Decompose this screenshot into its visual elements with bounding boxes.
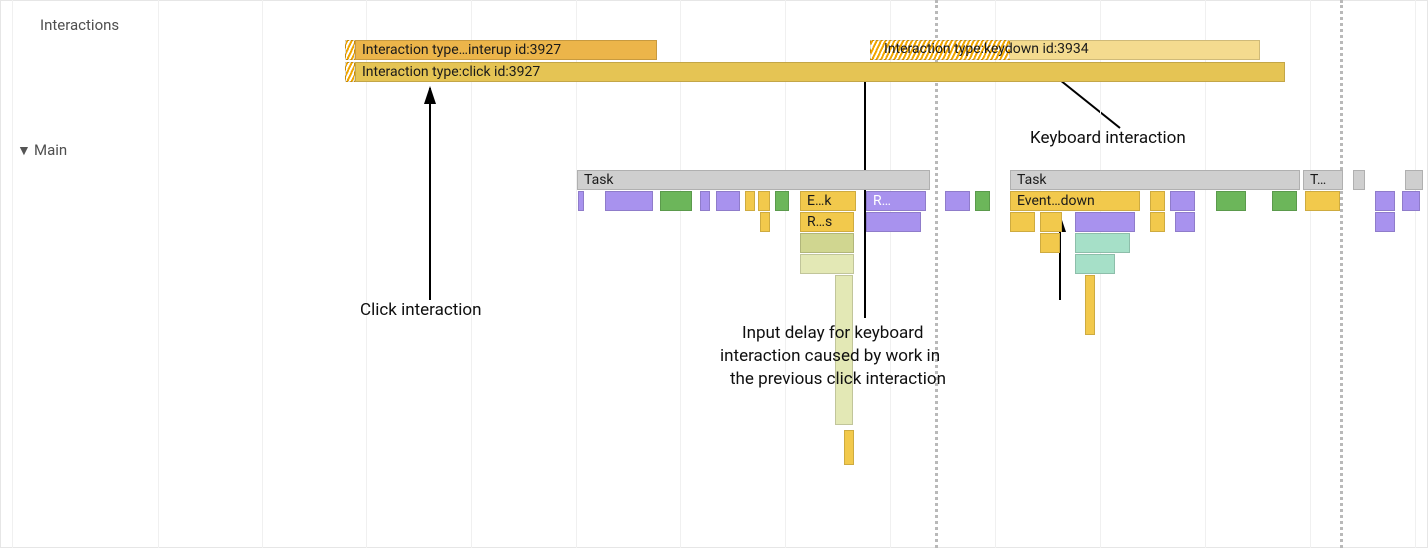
panel-frame bbox=[0, 0, 1428, 548]
gridline bbox=[1205, 0, 1206, 548]
gridline bbox=[995, 0, 996, 548]
gridline bbox=[366, 0, 367, 548]
flame-segment[interactable] bbox=[1085, 275, 1095, 335]
event-rs-bar[interactable]: R…s bbox=[800, 212, 854, 232]
gridline bbox=[1100, 0, 1101, 548]
frame-boundary-marker bbox=[935, 0, 938, 548]
task-bar[interactable] bbox=[1405, 170, 1423, 190]
flame-segment[interactable] bbox=[866, 212, 921, 232]
gridline bbox=[1415, 0, 1416, 548]
interaction-pointerup-bar[interactable]: Interaction type…interup id:3927 bbox=[355, 40, 657, 60]
flame-segment[interactable] bbox=[745, 191, 755, 211]
annotation-input-delay-2: interaction caused by work in bbox=[720, 346, 940, 366]
flame-segment[interactable] bbox=[605, 191, 653, 211]
gridline bbox=[12, 0, 13, 548]
interaction-delay-segment[interactable] bbox=[345, 62, 355, 82]
flame-segment[interactable] bbox=[1305, 191, 1340, 211]
interaction-delay-segment[interactable] bbox=[345, 40, 355, 60]
flame-segment[interactable] bbox=[1175, 212, 1195, 232]
interaction-click-bar[interactable]: Interaction type:click id:3927 bbox=[355, 62, 1285, 82]
flame-segment[interactable] bbox=[1075, 212, 1135, 232]
gridline bbox=[890, 0, 891, 548]
flame-segment[interactable] bbox=[800, 233, 854, 253]
event-ek-bar[interactable]: E…k bbox=[800, 191, 856, 211]
flame-segment[interactable] bbox=[660, 191, 692, 211]
flame-segment[interactable] bbox=[1150, 212, 1165, 232]
track-label-interactions[interactable]: Interactions bbox=[40, 16, 119, 34]
flame-segment[interactable] bbox=[700, 191, 710, 211]
gridline bbox=[785, 0, 786, 548]
flame-segment[interactable] bbox=[760, 212, 770, 232]
event-keydown-bar[interactable]: Event…down bbox=[1010, 191, 1140, 211]
flame-segment[interactable] bbox=[1150, 191, 1165, 211]
task-bar[interactable] bbox=[1353, 170, 1365, 190]
flame-segment[interactable] bbox=[1170, 191, 1195, 211]
gridline bbox=[680, 0, 681, 548]
interaction-keydown-label[interactable]: Interaction type:keydown id:3934 bbox=[878, 40, 1243, 60]
track-label-main[interactable]: Main bbox=[34, 141, 67, 159]
flame-segment[interactable] bbox=[1010, 212, 1035, 232]
flame-segment[interactable] bbox=[975, 191, 990, 211]
flame-segment[interactable] bbox=[1272, 191, 1297, 211]
gridline bbox=[262, 0, 263, 548]
flame-segment[interactable] bbox=[1075, 233, 1130, 253]
track-collapse-toggle-icon[interactable]: ▼ bbox=[17, 142, 31, 159]
annotation-input-delay-1: Input delay for keyboard bbox=[742, 323, 924, 343]
frame-boundary-marker bbox=[1340, 0, 1343, 548]
flame-segment[interactable] bbox=[578, 191, 584, 211]
task-bar[interactable]: T… bbox=[1303, 170, 1343, 190]
flame-segment[interactable] bbox=[1040, 233, 1060, 253]
flame-segment[interactable] bbox=[1375, 191, 1395, 211]
flame-segment[interactable] bbox=[1040, 212, 1062, 232]
flame-segment[interactable] bbox=[844, 430, 854, 465]
flame-segment[interactable] bbox=[758, 191, 770, 211]
event-r-bar[interactable]: R… bbox=[866, 191, 926, 211]
flame-segment[interactable] bbox=[1216, 191, 1246, 211]
annotation-click: Click interaction bbox=[360, 300, 482, 320]
flame-segment[interactable] bbox=[1075, 254, 1115, 274]
gridline bbox=[576, 0, 577, 548]
flame-segment[interactable] bbox=[775, 191, 789, 211]
gridline bbox=[158, 0, 159, 548]
annotation-keyboard: Keyboard interaction bbox=[1030, 128, 1186, 148]
gridline bbox=[1310, 0, 1311, 548]
flame-segment[interactable] bbox=[1375, 212, 1395, 232]
flame-segment[interactable] bbox=[716, 191, 740, 211]
annotation-input-delay-3: the previous click interaction bbox=[730, 369, 946, 389]
flame-segment[interactable] bbox=[800, 254, 854, 274]
gridline bbox=[471, 0, 472, 548]
task-bar[interactable]: Task bbox=[577, 170, 930, 190]
task-bar[interactable]: Task bbox=[1010, 170, 1300, 190]
flame-segment[interactable] bbox=[945, 191, 970, 211]
flame-segment[interactable] bbox=[1402, 191, 1420, 211]
